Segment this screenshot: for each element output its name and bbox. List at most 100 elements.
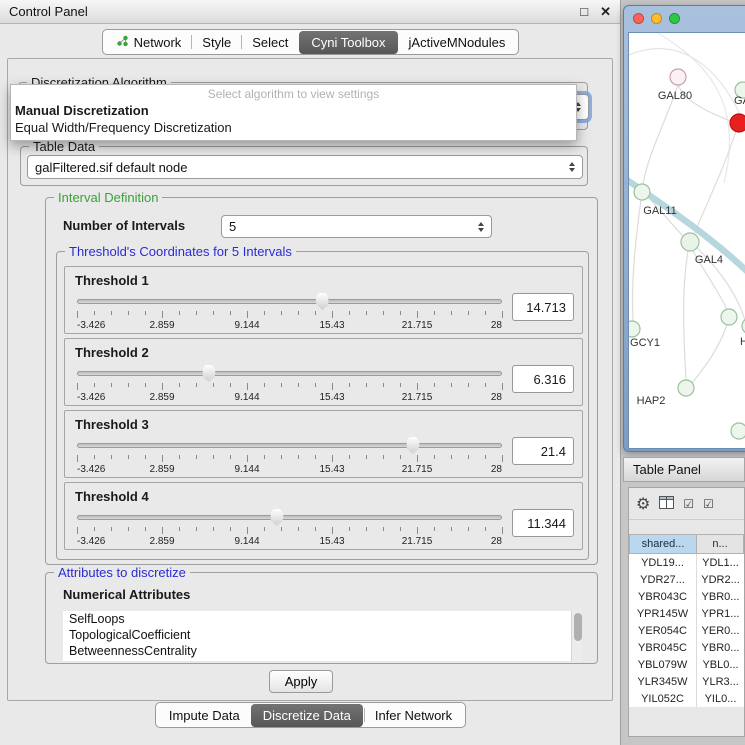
tab-impute-data[interactable]: Impute Data <box>159 706 250 725</box>
control-panel-tabs: Network Style Select Cyni Toolbox jActiv… <box>102 29 520 55</box>
tab-cyni-toolbox[interactable]: Cyni Toolbox <box>299 31 397 54</box>
tab-network[interactable]: Network <box>106 33 192 52</box>
popup-item-equal-width-frequency[interactable]: Equal Width/Frequency Discretization <box>11 119 576 136</box>
tab-label: Network <box>134 35 182 50</box>
columns-icon[interactable] <box>659 496 674 512</box>
table-row[interactable]: YDL19...YDL1... <box>629 554 744 571</box>
slider-handle[interactable] <box>316 293 329 310</box>
popup-placeholder: Select algorithm to view settings <box>11 87 576 102</box>
tab-label: Cyni Toolbox <box>311 35 385 50</box>
control-panel-titlebar[interactable]: Control Panel □ ✕ <box>0 0 620 24</box>
threshold-panel: Threshold 4-3.4262.8599.14415.4321.71528… <box>64 482 583 550</box>
table-cell: YLR345W <box>629 673 697 690</box>
threshold-slider[interactable]: -3.4262.8599.14415.4321.71528 <box>77 506 502 548</box>
table-cell: YDL1... <box>697 554 744 571</box>
threshold-label: Threshold 3 <box>75 417 582 432</box>
table-row[interactable]: YBL079WYBL0... <box>629 656 744 673</box>
slider-tick-label: 28 <box>491 464 502 475</box>
table-cell: YLR3... <box>697 673 744 690</box>
network-canvas[interactable]: GAL80GAGAL11GAL4GCY1HHAP2 <box>628 32 745 449</box>
network-node[interactable] <box>681 233 699 251</box>
table-row[interactable]: YLR345WYLR3... <box>629 673 744 690</box>
network-node[interactable] <box>629 321 640 337</box>
network-edge <box>684 251 688 380</box>
minimize-traffic-icon[interactable] <box>651 13 662 24</box>
combo-value: 5 <box>229 219 236 234</box>
table-row[interactable]: YPR145WYPR1... <box>629 605 744 622</box>
slider-track <box>77 371 502 376</box>
table-row[interactable]: YBR043CYBR0... <box>629 588 744 605</box>
network-node[interactable] <box>678 380 694 396</box>
combo-value: galFiltered.sif default node <box>35 160 187 175</box>
network-view-window: GAL80GAGAL11GAL4GCY1HHAP2 <box>623 5 745 452</box>
slider-tick-label: 21.715 <box>402 464 433 475</box>
table-row[interactable]: YDR27...YDR2... <box>629 571 744 588</box>
attribute-item[interactable]: SelfLoops <box>63 611 582 627</box>
slider-tick-label: 2.859 <box>149 320 174 331</box>
tab-discretize-data[interactable]: Discretize Data <box>251 704 363 727</box>
table-panel-window: ⚙ ☑ ☑ shared... n... YDL19...YDL1...YDR2… <box>628 487 745 737</box>
zoom-traffic-icon[interactable] <box>669 13 680 24</box>
select-columns-checkbox-icon[interactable]: ☑ <box>683 498 694 510</box>
threshold-panel: Threshold 2-3.4262.8599.14415.4321.71528… <box>64 338 583 406</box>
tab-jactivemodules[interactable]: jActiveMNodules <box>399 33 516 52</box>
attribute-item[interactable]: BetweennessCentrality <box>63 643 582 659</box>
network-node[interactable] <box>731 423 745 439</box>
network-node-label: H <box>740 336 745 348</box>
table-row[interactable]: YBR045CYBR0... <box>629 639 744 656</box>
column-header-shared-name[interactable]: shared... <box>629 534 697 554</box>
tab-select[interactable]: Select <box>242 33 298 52</box>
network-node[interactable] <box>634 184 650 200</box>
popup-item-manual-discretization[interactable]: Manual Discretization <box>11 102 576 119</box>
threshold-slider[interactable]: -3.4262.8599.14415.4321.71528 <box>77 290 502 332</box>
number-of-intervals-label: Number of Intervals <box>63 218 185 233</box>
threshold-slider[interactable]: -3.4262.8599.14415.4321.71528 <box>77 434 502 476</box>
number-of-intervals-select[interactable]: 5 <box>221 215 492 238</box>
column-header-name[interactable]: n... <box>697 534 744 554</box>
network-node[interactable] <box>721 309 737 325</box>
slider-tick-label: 21.715 <box>402 392 433 403</box>
close-traffic-icon[interactable] <box>633 13 644 24</box>
network-node[interactable] <box>730 114 745 132</box>
table-cell: YIL052C <box>629 690 697 707</box>
network-icon <box>116 35 129 50</box>
table-panel-titlebar[interactable]: Table Panel <box>623 457 745 482</box>
slider-handle[interactable] <box>270 509 283 526</box>
slider-tick-label: 9.144 <box>234 536 259 547</box>
slider-tick-label: 15.43 <box>319 464 344 475</box>
table-rows: YDL19...YDL1...YDR27...YDR2...YBR043CYBR… <box>629 554 744 707</box>
threshold-value-field[interactable]: 11.344 <box>512 509 574 537</box>
threshold-slider[interactable]: -3.4262.8599.14415.4321.71528 <box>77 362 502 404</box>
slider-handle[interactable] <box>406 437 419 454</box>
apply-button[interactable]: Apply <box>269 670 333 693</box>
float-window-icon[interactable]: □ <box>580 5 588 18</box>
numerical-attributes-label: Numerical Attributes <box>63 587 190 602</box>
threshold-value-field[interactable]: 6.316 <box>512 365 574 393</box>
table-data-select[interactable]: galFiltered.sif default node <box>27 155 583 179</box>
attribute-item[interactable]: TopologicalCoefficient <box>63 627 582 643</box>
slider-tick-label: 15.43 <box>319 392 344 403</box>
slider-track <box>77 515 502 520</box>
tab-infer-network[interactable]: Infer Network <box>365 706 462 725</box>
network-node[interactable] <box>670 69 686 85</box>
select-rows-checkbox-icon[interactable]: ☑ <box>703 498 714 510</box>
thresholds-group: Threshold's Coordinates for 5 Intervals … <box>56 251 589 560</box>
table-data-group: Table Data galFiltered.sif default node <box>20 146 588 186</box>
table-row[interactable]: YIL052CYIL0... <box>629 690 744 707</box>
slider-tick-label: 9.144 <box>234 392 259 403</box>
threshold-value-field[interactable]: 21.4 <box>512 437 574 465</box>
settings-gear-icon[interactable]: ⚙ <box>636 496 650 512</box>
scrollbar-thumb[interactable] <box>574 613 582 641</box>
group-title: Threshold's Coordinates for 5 Intervals <box>65 244 296 259</box>
numerical-attributes-list[interactable]: SelfLoops TopologicalCoefficient Between… <box>63 611 582 661</box>
slider-tick-label: 2.859 <box>149 464 174 475</box>
table-cell: YIL0... <box>697 690 744 707</box>
tab-style[interactable]: Style <box>192 33 241 52</box>
table-row[interactable]: YER054CYER0... <box>629 622 744 639</box>
algorithm-dropdown-popup: Select algorithm to view settings Manual… <box>10 84 577 141</box>
slider-handle[interactable] <box>202 365 215 382</box>
combo-stepper-icon <box>563 162 575 172</box>
close-icon[interactable]: ✕ <box>600 5 611 18</box>
attributes-scrollbar[interactable] <box>571 611 582 661</box>
threshold-value-field[interactable]: 14.713 <box>512 293 574 321</box>
